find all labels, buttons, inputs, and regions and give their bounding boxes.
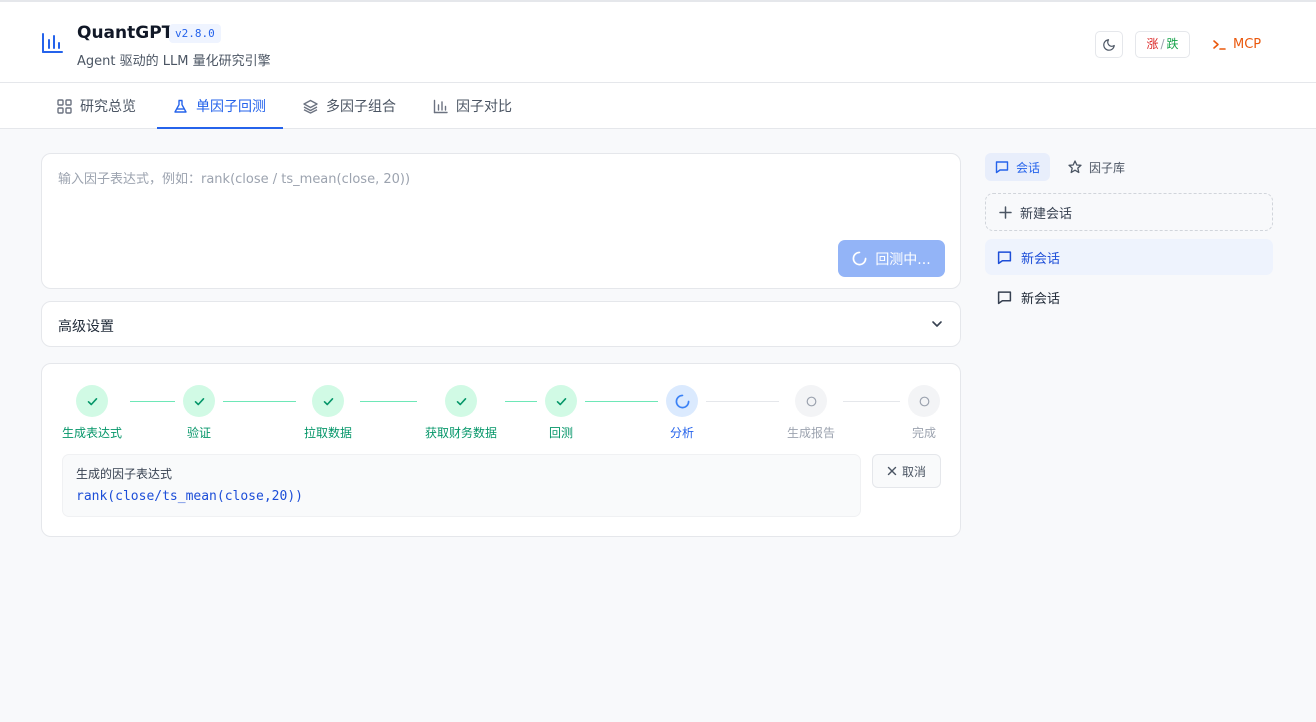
step-label: 分析 [669, 426, 695, 440]
theme-toggle-button[interactable] [1095, 31, 1123, 58]
loading-spinner-icon [852, 251, 867, 266]
step-indicator-done [445, 385, 477, 417]
tab-multi-factor-portfolio[interactable]: 多因子组合 [303, 83, 396, 129]
price-color-toggle-button[interactable]: 涨 / 跌 [1135, 31, 1190, 58]
step-label: 生成表达式 [61, 426, 123, 440]
advanced-settings-toggle[interactable]: 高级设置 [41, 301, 961, 347]
session-list-item[interactable]: 新会话 [985, 279, 1273, 315]
session-list-item[interactable]: 新会话 [985, 239, 1273, 275]
flask-icon [174, 99, 187, 113]
moon-icon [1103, 38, 1115, 51]
step-label: 获取财务数据 [424, 426, 498, 440]
tab-overview[interactable]: 研究总览 [57, 83, 136, 129]
main-tab-bar: 研究总览 单因子回测 多因子组合 因子对比 [0, 83, 1316, 129]
backtest-progress-card: 生成表达式 验证 拉取数据 获取财务数据 回测 分析 生成报告 完成 生成的因子表达式 ran… [41, 363, 961, 537]
grid-icon [57, 98, 72, 114]
tab-factor-comparison-label: 因子对比 [456, 99, 512, 115]
generated-expression-box: 生成的因子表达式 rank(close/ts_mean(close,20)) [62, 454, 861, 517]
backtest-submit-label: 回测中... [875, 251, 931, 268]
sidebar-tab-factor-library[interactable]: 因子库 [1058, 153, 1135, 181]
factor-expression-input[interactable] [58, 172, 938, 187]
step-indicator-done [76, 385, 108, 417]
step-connector [223, 401, 296, 402]
cancel-button[interactable]: 取消 [872, 454, 941, 488]
check-icon [323, 397, 333, 405]
close-icon [887, 466, 897, 476]
down-color-label: 跌 [1166, 37, 1179, 51]
color-toggle-separator: / [1160, 37, 1165, 51]
step-connector [505, 401, 537, 402]
step-label: 验证 [186, 426, 212, 440]
tab-multi-factor-label: 多因子组合 [326, 99, 396, 115]
sidebar-tab-sessions-label: 会话 [1016, 160, 1041, 175]
cancel-label: 取消 [901, 464, 926, 479]
step-indicator-done [312, 385, 344, 417]
session-item-label: 新会话 [1021, 291, 1061, 307]
mcp-button[interactable]: MCP [1203, 31, 1270, 58]
check-icon [456, 397, 466, 405]
mcp-label: MCP [1233, 37, 1262, 52]
tab-factor-comparison[interactable]: 因子对比 [433, 83, 512, 129]
check-icon [194, 397, 204, 405]
step-indicator-active [666, 385, 698, 417]
tab-single-factor-label: 单因子回测 [196, 99, 266, 115]
tab-overview-label: 研究总览 [80, 99, 136, 115]
session-item-label: 新会话 [1021, 251, 1061, 267]
check-icon [87, 397, 97, 405]
chevron-down-icon [932, 321, 942, 327]
step-indicator-pending [795, 385, 827, 417]
step-indicator-done [545, 385, 577, 417]
up-color-label: 涨 [1146, 37, 1159, 51]
generated-expression-label: 生成的因子表达式 [76, 467, 173, 481]
plus-icon [999, 205, 1012, 219]
advanced-settings-title: 高级设置 [58, 319, 114, 335]
terminal-icon [1213, 39, 1226, 50]
step-label: 拉取数据 [303, 426, 353, 440]
app-subtitle: Agent 驱动的 LLM 量化研究引擎 [77, 54, 271, 69]
app-header: QuantGPT v2.8.0 Agent 驱动的 LLM 量化研究引擎 涨 / 跌… [0, 0, 1316, 83]
new-session-label: 新建会话 [1020, 206, 1073, 222]
generated-expression-code: rank(close/ts_mean(close,20)) [76, 489, 303, 504]
step-label: 回测 [548, 426, 574, 440]
step-connector [360, 401, 417, 402]
sidebar-tab-sessions[interactable]: 会话 [985, 153, 1051, 181]
circle-icon [806, 396, 816, 406]
layers-icon [303, 99, 318, 114]
chat-icon [995, 161, 1009, 174]
step-indicator-done [183, 385, 215, 417]
app-title: QuantGPT [77, 23, 174, 43]
circle-icon [919, 396, 929, 406]
chat-icon [997, 290, 1012, 304]
new-session-button[interactable]: 新建会话 [985, 193, 1273, 231]
backtest-submit-button[interactable]: 回测中... [838, 240, 945, 277]
loading-spinner-icon [675, 394, 689, 408]
step-connector [706, 401, 779, 402]
bar-chart-icon [433, 99, 448, 113]
step-connector [843, 401, 900, 402]
step-label: 完成 [911, 426, 937, 440]
check-icon [556, 397, 566, 405]
step-label: 生成报告 [786, 426, 836, 440]
version-badge: v2.8.0 [169, 24, 221, 43]
factor-input-card: 回测中... [41, 153, 961, 289]
step-indicator-pending [908, 385, 940, 417]
chat-icon [997, 250, 1012, 264]
sidebar-tab-factor-library-label: 因子库 [1089, 160, 1126, 175]
bar-chart-logo-icon [42, 33, 63, 53]
step-connector [130, 401, 175, 402]
tab-single-factor-backtest[interactable]: 单因子回测 [157, 83, 283, 129]
step-connector [585, 401, 658, 402]
star-icon [1068, 160, 1082, 174]
